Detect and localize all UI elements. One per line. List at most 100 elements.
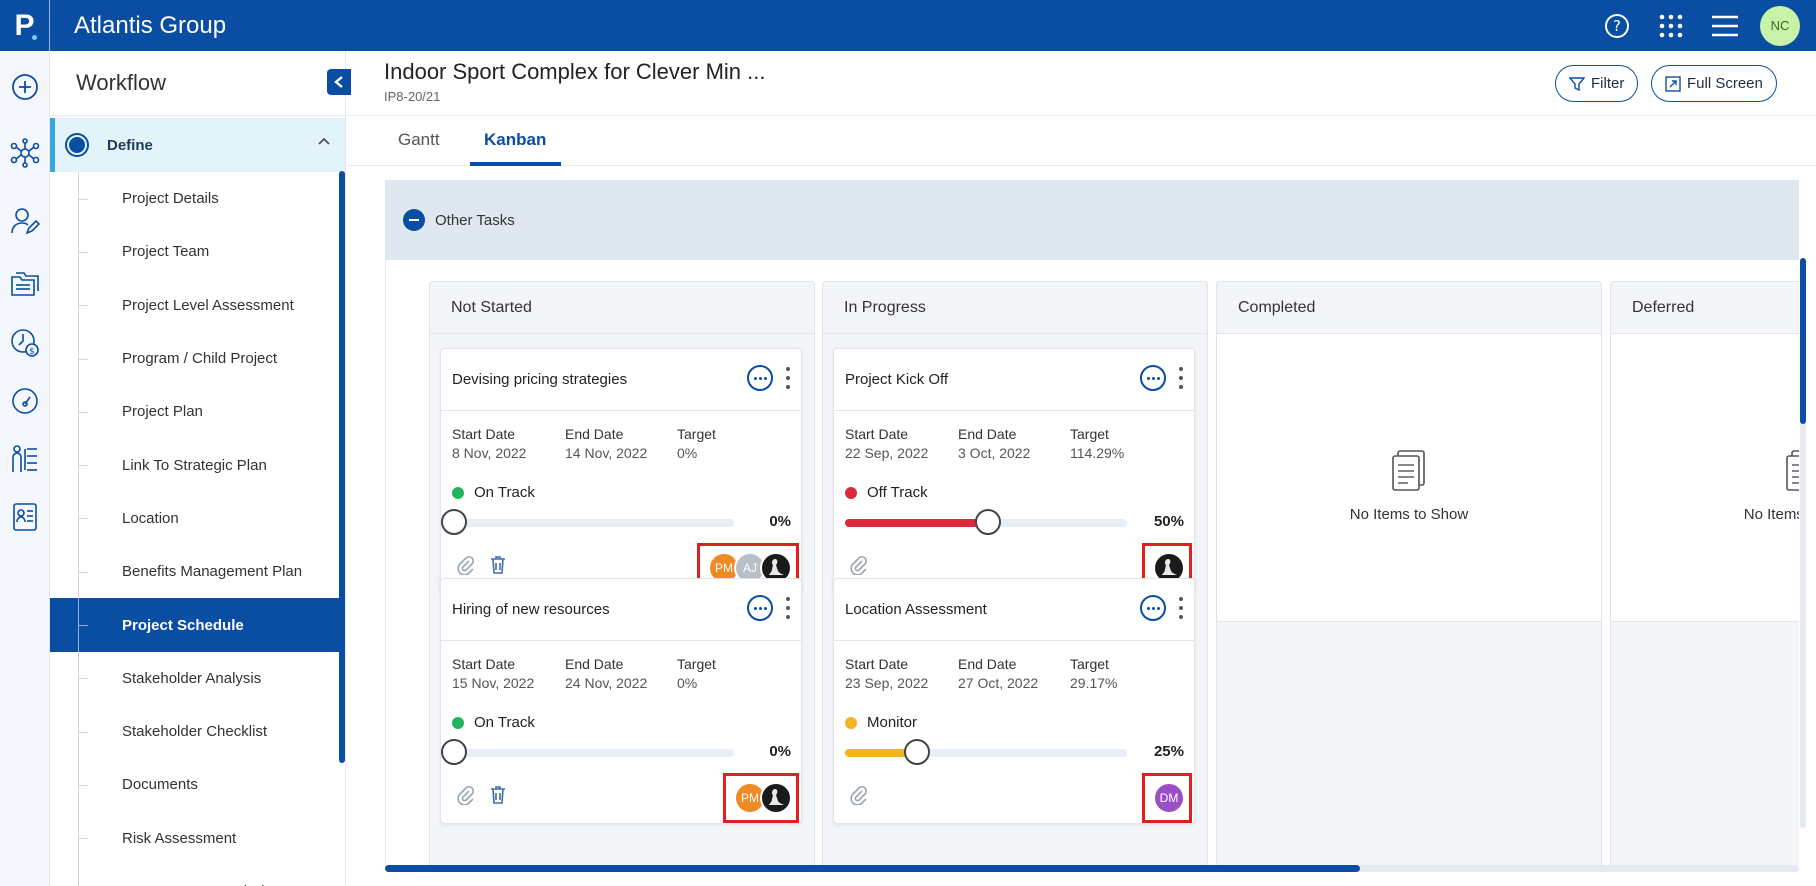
task-title: Project Kick Off: [845, 371, 949, 388]
filter-label: Filter: [1591, 75, 1625, 92]
sidebar-item-program-child-project[interactable]: Program / Child Project: [50, 331, 345, 386]
avatar-dm[interactable]: DM: [1153, 782, 1185, 814]
more-options-icon[interactable]: [1140, 595, 1166, 621]
sidebar-item-project-team[interactable]: Project Team: [50, 225, 345, 279]
status-dot-icon: [452, 716, 464, 729]
status-badge: Monitor: [845, 714, 917, 731]
sidebar-scrollbar[interactable]: [339, 171, 345, 763]
no-items-document-icon: [1392, 450, 1425, 491]
progress-value: 0%: [769, 743, 791, 760]
progress-value: 0%: [769, 513, 791, 530]
user-avatar[interactable]: NC: [1760, 5, 1800, 46]
task-card[interactable]: Hiring of new resources Start Date 15 Nov…: [440, 578, 802, 824]
add-icon[interactable]: [0, 67, 50, 107]
sidebar-item-link-to-strategic-plan[interactable]: Link To Strategic Plan: [50, 438, 345, 493]
tab-kanban[interactable]: Kanban: [484, 130, 546, 150]
tab-gantt[interactable]: Gantt: [398, 130, 440, 150]
slider-handle[interactable]: [975, 509, 1001, 535]
sidebar-item-benefits-management-plan[interactable]: Benefits Management Plan: [50, 545, 345, 599]
more-options-icon[interactable]: [747, 595, 773, 621]
filter-icon: [1569, 76, 1585, 91]
status-badge: Off Track: [845, 484, 928, 501]
app-logo[interactable]: P: [0, 0, 50, 51]
progress-slider[interactable]: [845, 739, 1127, 765]
time-money-icon[interactable]: $: [0, 323, 50, 363]
scrollbar-thumb[interactable]: [385, 865, 1360, 872]
collapse-group-icon[interactable]: [403, 209, 425, 231]
sidebar-item-project-details[interactable]: Project Details: [50, 172, 345, 226]
task-card[interactable]: Location Assessment Start Date 23 Sep, 20…: [833, 578, 1195, 824]
board-horizontal-scrollbar[interactable]: [385, 865, 1799, 872]
kebab-menu-icon[interactable]: [1178, 367, 1184, 389]
sidebar-item-documents[interactable]: Documents: [50, 758, 345, 812]
more-options-icon[interactable]: [747, 365, 773, 391]
avatar-photo-icon[interactable]: [760, 782, 792, 814]
filter-button[interactable]: Filter: [1555, 65, 1639, 102]
sidebar-item-stakeholder-analysis[interactable]: Stakeholder Analysis: [50, 651, 345, 706]
sidebar-item-project-level-assessment[interactable]: Project Level Assessment: [50, 278, 345, 333]
active-tab-indicator: [470, 162, 561, 166]
progress-slider[interactable]: [441, 509, 734, 535]
dashboard-gauge-icon[interactable]: [0, 381, 50, 421]
assignee-avatars[interactable]: PM: [723, 773, 799, 823]
org-chart-icon[interactable]: [0, 439, 50, 479]
sidebar-item-stakeholder-checklist[interactable]: Stakeholder Checklist: [50, 704, 345, 759]
sidebar-item-risk-assessment[interactable]: Risk Assessment: [50, 811, 345, 866]
slider-handle[interactable]: [441, 739, 467, 765]
sidebar-item-project-schedule[interactable]: Project Schedule: [50, 598, 345, 652]
network-icon[interactable]: [0, 133, 50, 173]
attachment-icon[interactable]: [455, 555, 475, 575]
kanban-board: Other Tasks Not Started Devising pricing…: [385, 180, 1799, 870]
status-badge: On Track: [452, 484, 535, 501]
more-options-icon[interactable]: [1140, 365, 1166, 391]
scrollbar-thumb[interactable]: [1800, 258, 1806, 424]
delete-icon[interactable]: [489, 555, 507, 575]
attachment-icon[interactable]: [455, 785, 475, 805]
user-edit-icon[interactable]: [0, 201, 50, 241]
sidebar-item-resource-demand-plan[interactable]: Resource Demand Plan: [50, 864, 345, 886]
column-title: Not Started: [430, 282, 814, 334]
column-title: In Progress: [823, 282, 1207, 334]
slider-handle[interactable]: [441, 509, 467, 535]
task-card[interactable]: Devising pricing strategies Start Date 8 …: [440, 348, 802, 594]
kebab-menu-icon[interactable]: [785, 367, 791, 389]
status-dot-icon: [452, 486, 464, 499]
task-title: Location Assessment: [845, 601, 987, 618]
progress-slider[interactable]: [845, 509, 1127, 535]
project-code: IP8-20/21: [384, 89, 441, 104]
end-date-field: End Date 14 Nov, 2022: [565, 426, 648, 461]
sidebar-item-project-plan[interactable]: Project Plan: [50, 385, 345, 439]
assignee-avatars[interactable]: DM: [1142, 773, 1192, 823]
sidebar-section-define[interactable]: Define: [50, 118, 345, 172]
empty-state: No Items to Show: [1217, 334, 1601, 622]
target-field: Target 0%: [677, 426, 716, 461]
expand-icon: [1665, 75, 1681, 92]
sidebar-nav-list: Project Details Project Team Project Lev…: [50, 172, 345, 886]
chevron-up-icon[interactable]: [317, 136, 331, 146]
menu-icon[interactable]: [1698, 0, 1752, 51]
task-title: Hiring of new resources: [452, 601, 610, 618]
target-field: Target 0%: [677, 656, 716, 691]
task-card[interactable]: Project Kick Off Start Date 22 Sep, 2022 …: [833, 348, 1195, 594]
view-tabs: Gantt Kanban: [347, 116, 1816, 166]
apps-grid-icon[interactable]: [1644, 0, 1698, 51]
project-header: Indoor Sport Complex for Clever Min ... …: [347, 51, 1816, 116]
end-date-field: End Date 24 Nov, 2022: [565, 656, 648, 691]
report-icon[interactable]: [0, 497, 50, 537]
delete-icon[interactable]: [489, 785, 507, 805]
slider-handle[interactable]: [904, 739, 930, 765]
folders-icon[interactable]: [0, 265, 50, 305]
top-bar: P Atlantis Group ? NC: [0, 0, 1816, 51]
kebab-menu-icon[interactable]: [785, 597, 791, 619]
step-status-icon: [65, 133, 89, 157]
attachment-icon[interactable]: [848, 555, 868, 575]
task-group-header[interactable]: Other Tasks: [385, 180, 1799, 260]
board-vertical-scrollbar[interactable]: [1800, 258, 1806, 828]
sidebar-item-location[interactable]: Location: [50, 491, 345, 546]
progress-slider[interactable]: [441, 739, 734, 765]
full-screen-button[interactable]: Full Screen: [1651, 65, 1777, 102]
kebab-menu-icon[interactable]: [1178, 597, 1184, 619]
start-date-field: Start Date 15 Nov, 2022: [452, 656, 535, 691]
attachment-icon[interactable]: [848, 785, 868, 805]
help-icon[interactable]: ?: [1590, 0, 1644, 51]
